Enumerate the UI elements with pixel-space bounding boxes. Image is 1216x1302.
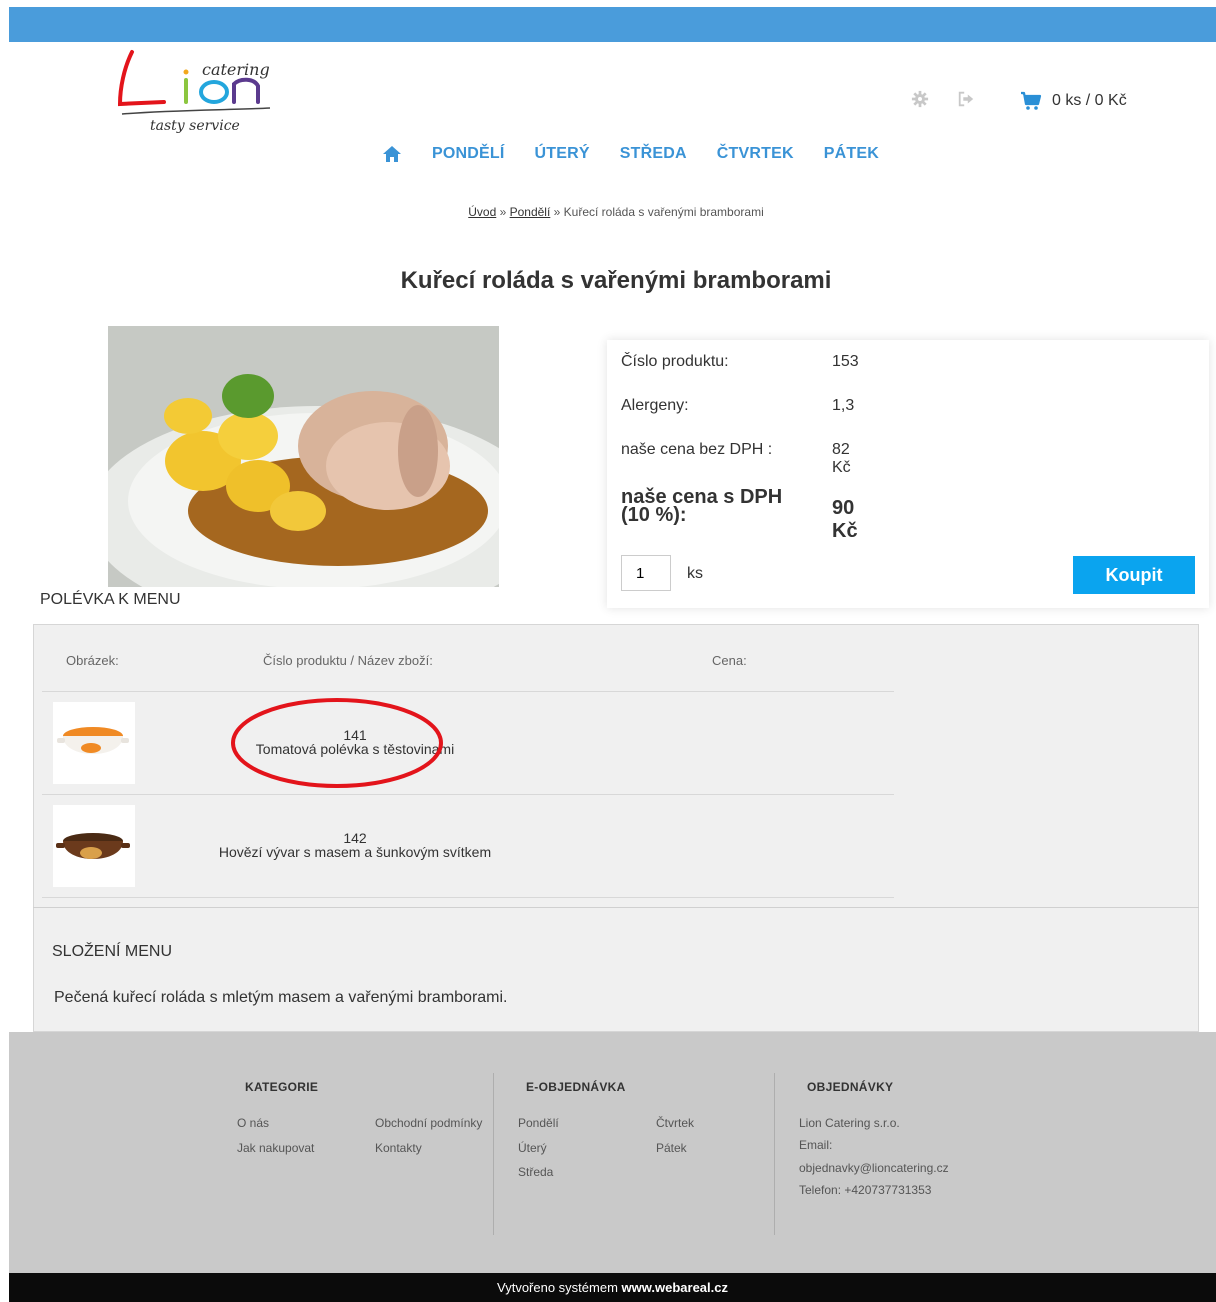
composition-text: Pečená kuřecí roláda s mletým masem a va…	[54, 989, 508, 1006]
footer	[9, 1032, 1216, 1273]
menu-panel	[33, 624, 1199, 1032]
logo[interactable]: catering tasty service	[110, 48, 280, 138]
footer-link-about[interactable]: O nás	[237, 1116, 269, 1130]
footer-categories-title: KATEGORIE	[245, 1080, 319, 1094]
footer-phone: Telefon: +420737731353	[799, 1183, 932, 1197]
row-divider	[42, 794, 894, 795]
footer-link-wednesday[interactable]: Středa	[518, 1165, 553, 1179]
footer-orders-title: OBJEDNÁVKY	[807, 1080, 894, 1094]
home-icon[interactable]	[382, 145, 402, 163]
footer-company: Lion Catering s.r.o.	[799, 1116, 900, 1130]
allergens-label: Alergeny:	[621, 397, 689, 414]
soup-bowl-orange-icon	[57, 727, 129, 754]
footer-link-how-to-buy[interactable]: Jak nakupovat	[237, 1141, 314, 1155]
product-name: Hovězí vývar s masem a šunkovým svítkem	[218, 844, 492, 860]
product-info-card: Číslo produktu: 153 Alergeny: 1,3 naše c…	[607, 340, 1209, 608]
cart-summary: 0 ks / 0 Kč	[1052, 92, 1127, 109]
nav-item-friday[interactable]: PÁTEK	[824, 145, 879, 163]
credit-bar: Vytvořeno systémem www.webareal.cz	[9, 1273, 1216, 1302]
breadcrumb-separator: »	[550, 205, 564, 219]
logout-icon[interactable]	[957, 90, 975, 108]
price-net-label: naše cena bez DPH :	[621, 441, 773, 458]
quantity-input[interactable]	[621, 555, 671, 591]
footer-link-thursday[interactable]: Čtvrtek	[656, 1116, 694, 1130]
footer-email-link[interactable]: objednavky@lioncatering.cz	[799, 1161, 949, 1175]
nav-item-thursday[interactable]: ČTVRTEK	[717, 145, 794, 163]
cart-icon	[1021, 91, 1042, 110]
table-row-image[interactable]	[53, 702, 135, 784]
soup-bowl-brown-icon	[56, 833, 130, 859]
product-number-label: Číslo produktu:	[621, 353, 729, 370]
column-header-price: Cena:	[712, 653, 747, 668]
page-title: Kuřecí roláda s vařenými bramborami	[400, 267, 832, 294]
nav-item-tuesday[interactable]: ÚTERÝ	[535, 145, 590, 163]
credit-prefix: Vytvořeno systémem	[497, 1280, 622, 1295]
cart[interactable]: 0 ks / 0 Kč	[1020, 90, 1127, 112]
allergens-value: 1,3	[832, 397, 855, 414]
price-gross-value: 90 Kč	[832, 497, 858, 542]
soup-section-heading: POLÉVKA K MENU	[40, 591, 181, 608]
breadcrumb: Úvod » Pondělí » Kuřecí roláda s vařeným…	[0, 205, 1216, 219]
footer-email-label: Email:	[799, 1138, 833, 1152]
table-row-product[interactable]: 142 Hovězí vývar s masem a šunkovým svít…	[190, 831, 520, 859]
column-header-product: Číslo produktu / Název zboží:	[263, 653, 433, 668]
composition-heading: SLOŽENÍ MENU	[52, 943, 173, 960]
footer-link-terms[interactable]: Obchodní podmínky	[375, 1116, 482, 1130]
row-divider	[42, 897, 894, 898]
nav-item-monday[interactable]: PONDĚLÍ	[432, 145, 505, 163]
dish-photo-icon	[108, 326, 499, 587]
gear-icon[interactable]	[911, 90, 929, 108]
breadcrumb-separator: »	[496, 205, 510, 219]
row-divider	[42, 691, 894, 692]
section-divider	[33, 907, 1199, 908]
footer-link-tuesday[interactable]: Úterý	[518, 1141, 547, 1155]
breadcrumb-current: Kuřecí roláda s vařenými bramborami	[563, 205, 764, 219]
price-gross-label: naše cena s DPH (10 %):	[621, 486, 783, 526]
price-net-value: 82 Kč	[832, 441, 851, 476]
quantity-unit: ks	[687, 565, 703, 582]
nav-item-wednesday[interactable]: STŘEDA	[620, 145, 687, 163]
logo-bottom-text: tasty service	[150, 118, 240, 134]
table-row-image[interactable]	[53, 805, 135, 887]
logo-top-text: catering	[202, 60, 270, 79]
buy-button[interactable]: Koupit	[1073, 556, 1195, 594]
main-nav: PONDĚLÍ ÚTERÝ STŘEDA ČTVRTEK PÁTEK	[382, 142, 879, 166]
footer-link-contacts[interactable]: Kontakty	[375, 1141, 422, 1155]
breadcrumb-category[interactable]: Pondělí	[510, 205, 551, 219]
footer-link-monday[interactable]: Pondělí	[518, 1116, 559, 1130]
footer-divider	[774, 1073, 775, 1235]
product-number-value: 153	[832, 353, 859, 370]
footer-divider	[493, 1073, 494, 1235]
footer-eorder-title: E-OBJEDNÁVKA	[526, 1080, 626, 1094]
footer-link-friday[interactable]: Pátek	[656, 1141, 687, 1155]
top-bar	[9, 7, 1216, 42]
annotation-ellipse	[231, 698, 443, 788]
product-number: 142	[343, 830, 367, 846]
breadcrumb-home[interactable]: Úvod	[468, 205, 496, 219]
credit-link[interactable]: www.webareal.cz	[622, 1280, 728, 1295]
product-image	[108, 326, 499, 587]
column-header-image: Obrázek:	[66, 653, 119, 668]
